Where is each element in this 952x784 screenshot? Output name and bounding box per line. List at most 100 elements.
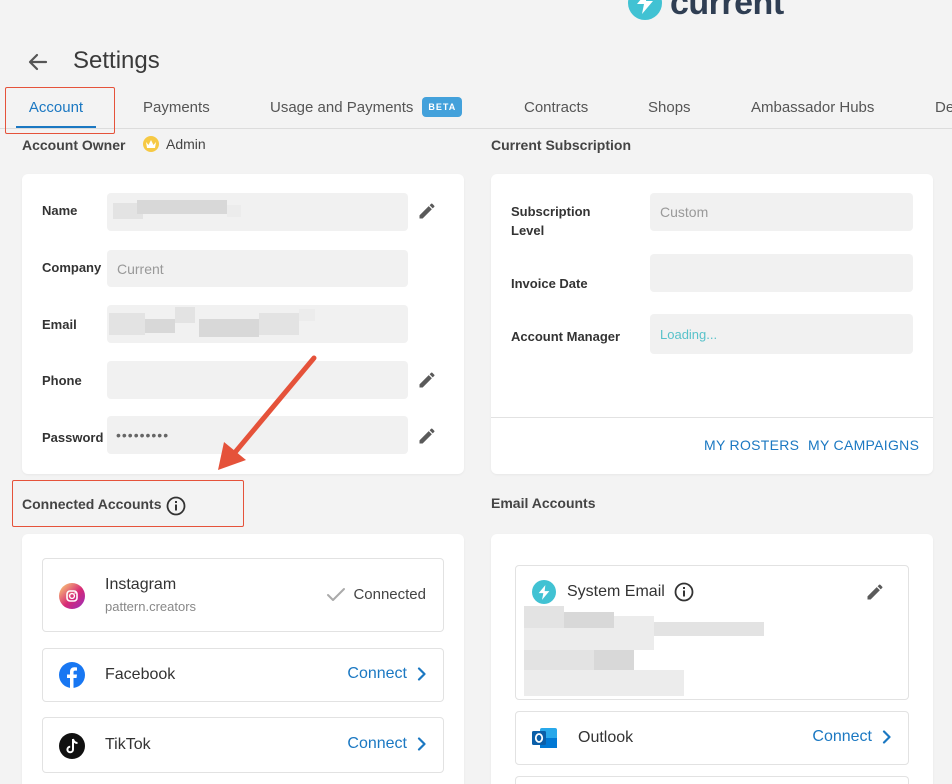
tab-label: Contracts xyxy=(524,98,589,116)
edit-system-email-pencil-icon[interactable] xyxy=(865,582,885,602)
email-label: Email xyxy=(42,317,77,332)
tab-usage-and-payments[interactable]: Usage and Payments BETA xyxy=(270,86,463,128)
tab-label: De xyxy=(935,98,952,116)
connect-label: Connect xyxy=(347,735,407,752)
connected-status: Connected xyxy=(325,586,426,603)
beta-badge: BETA xyxy=(422,97,463,117)
account-manager-label: Account Manager xyxy=(511,329,621,344)
phone-label: Phone xyxy=(42,373,82,388)
chevron-right-icon xyxy=(417,737,426,751)
phone-field[interactable] xyxy=(107,361,408,399)
redacted-block xyxy=(524,650,594,670)
email-accounts-label: Email Accounts xyxy=(491,495,596,511)
lightning-bolt-icon xyxy=(628,0,662,20)
redacted-block xyxy=(524,628,654,650)
password-field[interactable]: ••••••••• xyxy=(107,416,408,454)
redacted-block xyxy=(564,612,614,628)
redacted-block xyxy=(137,200,227,214)
tab-payments[interactable]: Payments xyxy=(143,86,210,128)
name-label: Name xyxy=(42,203,78,218)
system-email-box: System Email xyxy=(515,565,909,700)
facebook-icon xyxy=(59,662,85,688)
connect-label: Connect xyxy=(347,665,407,682)
settings-tabs: Account Payments Usage and Payments BETA… xyxy=(0,86,952,129)
connect-facebook-button[interactable]: Connect xyxy=(347,665,427,683)
tiktok-account-row[interactable]: TikTok Connect xyxy=(42,717,444,773)
my-rosters-button[interactable]: MY ROSTERS xyxy=(704,437,799,453)
account-details-card: Name Company Current Email Phone Passwor… xyxy=(22,174,464,474)
connect-label: Connect xyxy=(812,728,872,745)
instagram-account-row: Instagram pattern.creators Connected xyxy=(42,558,444,632)
tab-label: Payments xyxy=(143,98,210,116)
back-arrow-icon[interactable] xyxy=(26,50,50,74)
edit-phone-pencil-icon[interactable] xyxy=(417,370,437,390)
edit-password-pencil-icon[interactable] xyxy=(417,426,437,446)
email-accounts-card: System Email Outlook Connect xyxy=(491,534,933,784)
subscription-level-value: Custom xyxy=(660,204,709,220)
loading-text: Loading... xyxy=(660,326,718,342)
subscription-level-field: Custom xyxy=(650,193,913,231)
subscription-level-label: Subscription Level xyxy=(511,204,591,238)
chevron-right-icon xyxy=(882,730,891,744)
account-name: Facebook xyxy=(105,666,176,683)
password-value: ••••••••• xyxy=(116,427,170,443)
my-campaigns-button[interactable]: MY CAMPAIGNS xyxy=(808,437,919,453)
tab-truncated[interactable]: De xyxy=(935,86,952,128)
redacted-block xyxy=(299,309,315,321)
outlook-icon xyxy=(532,726,558,750)
tab-label: Ambassador Hubs xyxy=(751,98,875,116)
system-email-label: System Email xyxy=(567,583,665,600)
redacted-block xyxy=(175,307,195,323)
tab-contracts[interactable]: Contracts xyxy=(524,86,588,128)
account-handle: pattern.creators xyxy=(105,599,197,614)
edit-name-pencil-icon[interactable] xyxy=(417,201,437,221)
subscription-card: Subscription Level Custom Invoice Date A… xyxy=(491,174,933,474)
name-field[interactable] xyxy=(107,193,408,231)
tiktok-icon xyxy=(59,733,85,759)
email-account-row-partial xyxy=(515,776,909,784)
redacted-block xyxy=(109,313,145,335)
role-text: Admin xyxy=(166,136,206,152)
tab-label: Account xyxy=(28,98,84,116)
tab-shops[interactable]: Shops xyxy=(648,86,691,128)
connect-tiktok-button[interactable]: Connect xyxy=(347,735,427,753)
redacted-block xyxy=(524,606,564,628)
app-logo: current xyxy=(628,0,784,22)
lightning-bolt-icon xyxy=(532,580,556,604)
tab-label: Shops xyxy=(648,98,691,116)
account-name: Instagram xyxy=(105,576,177,593)
connect-outlook-button[interactable]: Connect xyxy=(812,728,892,746)
account-manager-field: Loading... xyxy=(650,314,913,354)
redacted-block xyxy=(654,622,764,636)
connected-accounts-label: Connected Accounts xyxy=(22,496,162,512)
check-icon xyxy=(327,587,346,601)
redacted-block xyxy=(227,205,241,217)
card-divider xyxy=(491,417,933,418)
info-icon[interactable] xyxy=(166,496,186,516)
info-icon[interactable] xyxy=(674,582,694,602)
company-field[interactable]: Current xyxy=(107,250,408,287)
connected-status-text: Connected xyxy=(353,586,426,603)
facebook-account-row[interactable]: Facebook Connect xyxy=(42,648,444,702)
outlook-account-row[interactable]: Outlook Connect xyxy=(515,711,909,765)
company-placeholder: Current xyxy=(117,260,164,277)
outlook-label: Outlook xyxy=(578,729,634,746)
email-field[interactable] xyxy=(107,305,408,343)
page-title: Settings xyxy=(73,47,160,74)
current-subscription-label: Current Subscription xyxy=(491,137,632,153)
tab-label: Usage and Payments xyxy=(270,98,414,116)
active-tab-indicator xyxy=(16,126,96,128)
account-name: TikTok xyxy=(105,736,151,753)
tab-ambassador-hubs[interactable]: Ambassador Hubs xyxy=(751,86,874,128)
redacted-block xyxy=(199,319,259,337)
redacted-block xyxy=(594,650,634,670)
redacted-block xyxy=(524,670,684,696)
redacted-block xyxy=(145,319,175,333)
tab-account[interactable]: Account xyxy=(8,86,104,128)
redacted-block xyxy=(259,313,299,335)
instagram-icon xyxy=(59,583,85,609)
chevron-right-icon xyxy=(417,667,426,681)
company-label: Company xyxy=(42,260,102,275)
admin-role: Admin xyxy=(143,136,206,152)
account-owner-label: Account Owner xyxy=(22,137,126,153)
